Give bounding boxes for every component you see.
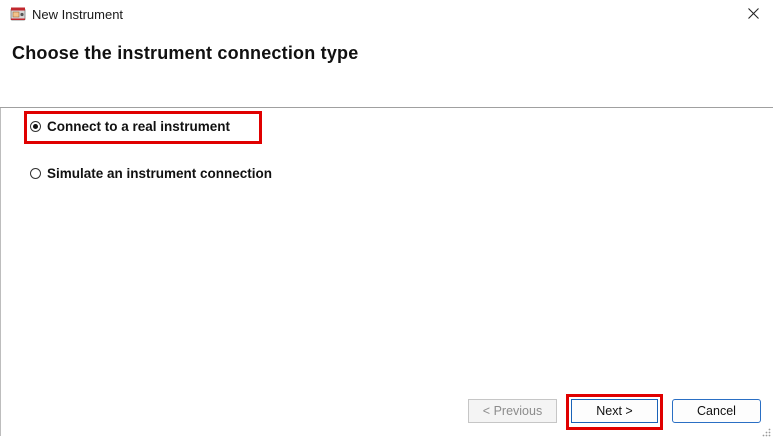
wizard-header: Choose the instrument connection type	[0, 30, 773, 107]
close-button[interactable]	[733, 0, 773, 30]
annotation-highlight-next-button	[566, 394, 663, 430]
close-icon	[747, 6, 759, 24]
resize-grip-icon[interactable]	[761, 424, 771, 437]
content-left-edge	[0, 108, 1, 436]
wizard-content	[0, 108, 773, 436]
annotation-highlight-connect-option	[24, 111, 262, 144]
radio-unselected-icon[interactable]	[30, 168, 41, 179]
radio-simulate-instrument[interactable]: Simulate an instrument connection	[30, 166, 272, 181]
previous-button[interactable]: < Previous	[468, 399, 557, 423]
radio-label-simulate: Simulate an instrument connection	[47, 166, 273, 181]
window-title: New Instrument	[32, 7, 124, 22]
cancel-button[interactable]: Cancel	[672, 399, 761, 423]
page-title: Choose the instrument connection type	[12, 43, 359, 63]
title-bar: New Instrument	[0, 0, 773, 30]
instrument-app-icon	[10, 6, 26, 22]
